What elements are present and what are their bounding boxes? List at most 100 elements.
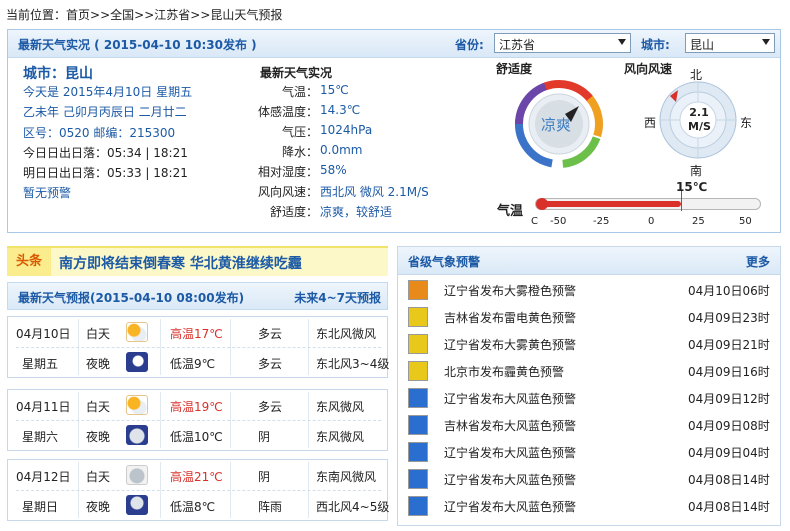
thermo-title: 气温 <box>497 204 524 219</box>
alerts-title: 省级气象预警 <box>408 255 481 269</box>
forecast-wind: 东北风3~4级 <box>316 357 390 371</box>
forecast-wind: 东风微风 <box>316 430 365 444</box>
forecast-temp: 高温21℃ <box>170 470 223 484</box>
partly-cloudy-icon <box>126 395 148 415</box>
thermo-tick: C <box>531 216 538 227</box>
live-label: 气压： <box>281 125 318 139</box>
alert-row[interactable]: 辽宁省发布大雾黄色预警 04月09日21时 <box>398 331 780 358</box>
forecast-temp: 低温8℃ <box>170 500 216 514</box>
live-value: 14.3℃ <box>320 103 361 117</box>
forecast-weekday: 星期五 <box>22 357 59 371</box>
compass-south: 南 <box>690 164 703 178</box>
alert-text[interactable]: 吉林省发布大风蓝色预警 <box>444 417 576 434</box>
area-code: 区号：0520 邮编：215300 <box>23 126 176 140</box>
headline-text[interactable]: 南方即将结束倒春寒 华北黄淮继续吃霾 <box>59 253 302 273</box>
live-value: 0.0mm <box>320 143 363 157</box>
forecast-period: 白天 <box>86 327 111 341</box>
alert-text[interactable]: 辽宁省发布大风蓝色预警 <box>444 498 576 515</box>
warning-sign-icon <box>408 307 428 327</box>
alerts-more-link[interactable]: 更多 <box>746 253 770 270</box>
compass-east: 东 <box>740 116 753 130</box>
thermo-tick: 25 <box>692 216 705 227</box>
alert-text[interactable]: 吉林省发布雷电黄色预警 <box>444 309 576 326</box>
lunar-date: 乙未年 己卯月丙辰日 二月廿二 <box>23 105 187 119</box>
forecast-day: 04月12日 星期日 白天 高温21℃ 阴 东南风微风 夜晚 低温8℃ 阵雨 西北风4~5级 <box>7 459 390 521</box>
alert-text[interactable]: 辽宁省发布大风蓝色预警 <box>444 444 576 461</box>
overcast-icon <box>126 465 148 485</box>
alerts-header: 省级气象预警 更多 <box>398 247 780 275</box>
forecast-period: 夜晚 <box>86 357 111 371</box>
live-row: 相对湿度： 58% <box>232 163 472 183</box>
warning-sign-icon <box>408 442 428 462</box>
alert-row[interactable]: 辽宁省发布大风蓝色预警 04月08日14时 <box>398 466 780 493</box>
province-select[interactable]: 江苏省 <box>494 33 631 53</box>
alert-time: 04月08日14时 <box>688 500 770 514</box>
headline-tag: 头条 <box>7 248 51 276</box>
live-value: 凉爽，较舒适 <box>320 205 393 219</box>
alert-row[interactable]: 辽宁省发布大风蓝色预警 04月09日04时 <box>398 439 780 466</box>
alert-row[interactable]: 辽宁省发布大雾橙色预警 04月10日06时 <box>398 277 780 304</box>
warning-status: 暂无预警 <box>23 186 72 200</box>
live-label: 体感温度： <box>257 105 318 119</box>
breadcrumb-province[interactable]: >>江苏省 <box>134 8 190 22</box>
forecast-day: 04月10日 星期五 白天 高温17℃ 多云 东北风微风 夜晚 低温9℃ 多云 东北风3~4级 <box>7 316 390 378</box>
thermo-fill <box>540 201 682 207</box>
alert-text[interactable]: 北京市发布霾黄色预警 <box>444 363 564 380</box>
live-row: 气温： 15℃ <box>232 83 472 103</box>
forecast-date: 04月11日 <box>16 400 71 414</box>
live-value: 1024hPa <box>320 123 373 137</box>
sunrise-tomorrow: 明日日出日落：05:33 | 18:21 <box>23 166 188 180</box>
alert-row[interactable]: 吉林省发布雷电黄色预警 04月09日23时 <box>398 304 780 331</box>
headline-bar[interactable]: 头条 南方即将结束倒春寒 华北黄淮继续吃霾 <box>7 246 388 276</box>
live-label: 气温： <box>281 85 318 99</box>
forecast-header: 最新天气预报(2015-04-10 08:00发布) 未来4~7天预报 <box>7 282 388 310</box>
thermo-tick: -50 <box>550 216 567 227</box>
alert-row[interactable]: 吉林省发布大风蓝色预警 04月09日08时 <box>398 412 780 439</box>
chevron-down-icon <box>618 39 626 45</box>
alert-time: 04月10日06时 <box>688 284 770 298</box>
alert-time: 04月09日21时 <box>688 338 770 352</box>
alert-time: 04月09日04时 <box>688 446 770 460</box>
forecast-temp: 低温10℃ <box>170 430 223 444</box>
breadcrumb-home[interactable]: 首页 <box>66 8 90 22</box>
live-label: 风向风速： <box>257 185 318 199</box>
forecast-weather: 阴 <box>258 470 271 484</box>
forecast-weather: 多云 <box>258 327 283 341</box>
alert-text[interactable]: 辽宁省发布大雾橙色预警 <box>444 282 576 299</box>
thermo-tick: -25 <box>593 216 610 227</box>
forecast-weather: 阴 <box>258 430 271 444</box>
alert-text[interactable]: 辽宁省发布大雾黄色预警 <box>444 336 576 353</box>
warning-sign-icon <box>408 280 428 300</box>
city-select[interactable]: 昆山 <box>685 33 775 53</box>
alert-row[interactable]: 辽宁省发布大风蓝色预警 04月08日14时 <box>398 493 780 520</box>
current-weather-panel: 最新天气实况 ( 2015-04-10 10:30发布 ) 省份: 江苏省 城市… <box>7 29 781 233</box>
forecast-period: 夜晚 <box>86 500 111 514</box>
forecast-more-link[interactable]: 未来4~7天预报 <box>294 289 381 306</box>
live-value: 西北风 微风 2.1M/S <box>320 185 429 199</box>
forecast-wind: 东南风微风 <box>316 470 377 484</box>
live-row: 体感温度： 14.3℃ <box>232 103 472 123</box>
today-date: 今天是 2015年4月10日 星期五 <box>23 85 193 99</box>
forecast-temp: 低温9℃ <box>170 357 216 371</box>
warning-sign-icon <box>408 388 428 408</box>
live-row: 气压： 1024hPa <box>232 123 472 143</box>
alert-row[interactable]: 北京市发布霾黄色预警 04月09日16时 <box>398 358 780 385</box>
wind-unit: M/S <box>688 120 711 133</box>
live-row: 舒适度： 凉爽，较舒适 <box>232 203 472 223</box>
compass-west: 西 <box>644 116 657 130</box>
warning-sign-icon <box>408 334 428 354</box>
overcast-night-icon <box>126 425 148 445</box>
current-weather-title: 最新天气实况 ( 2015-04-10 10:30发布 ) <box>18 38 257 52</box>
current-weather-header: 最新天气实况 ( 2015-04-10 10:30发布 ) 省份: 江苏省 城市… <box>8 30 780 58</box>
forecast-weather: 多云 <box>258 357 283 371</box>
alert-row[interactable]: 辽宁省发布大风蓝色预警 04月09日12时 <box>398 385 780 412</box>
forecast-temp: 高温19℃ <box>170 400 223 414</box>
forecast-wind: 西北风4~5级 <box>316 500 390 514</box>
wind-title: 风向风速 <box>624 62 673 76</box>
city-name: 城市：昆山 <box>23 66 93 82</box>
live-table: 气温： 15℃ 体感温度： 14.3℃ 气压： 1024hPa 降水： 0.0mm 相对… <box>232 83 472 223</box>
alert-text[interactable]: 辽宁省发布大风蓝色预警 <box>444 390 576 407</box>
forecast-temp: 高温17℃ <box>170 327 223 341</box>
alert-text[interactable]: 辽宁省发布大风蓝色预警 <box>444 471 576 488</box>
breadcrumb-country[interactable]: >>全国 <box>90 8 134 22</box>
